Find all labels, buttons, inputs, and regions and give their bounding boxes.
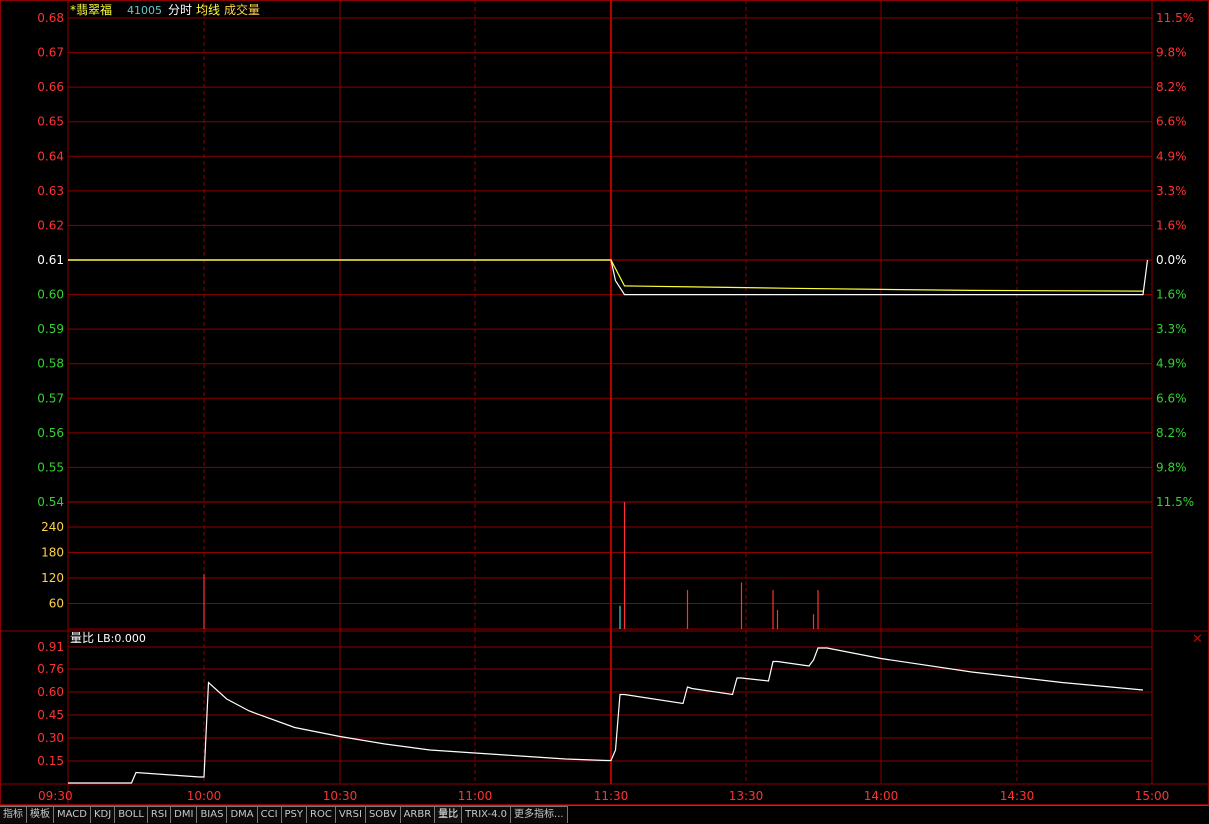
price-tick-label: 0.56 <box>37 426 64 440</box>
toolbar-tab[interactable]: ROC <box>307 806 336 823</box>
price-tick-label: 0.68 <box>37 11 64 25</box>
time-tick-label: 15:00 <box>1135 789 1170 803</box>
time-tick-label: 11:00 <box>458 789 493 803</box>
toolbar-tab[interactable]: KDJ <box>90 806 116 823</box>
time-tick-label: 14:30 <box>1000 789 1035 803</box>
pct-tick-label: 6.6% <box>1156 115 1187 129</box>
price-tick-label: 0.67 <box>37 46 64 60</box>
price-tick-label: 0.59 <box>37 322 64 336</box>
label-volume: 成交量 <box>224 2 260 17</box>
pct-tick-label: 11.5% <box>1156 495 1194 509</box>
price-tick-label: 0.58 <box>37 357 64 371</box>
toolbar-tab[interactable]: DMA <box>227 806 258 823</box>
toolbar-tab[interactable]: 模板 <box>27 806 54 823</box>
timeshare-chart-window: 0.68 11.5% 0.67 9.8% 0.66 8.2% 0.65 6.6% 0.64 4.9… <box>0 0 1209 824</box>
price-tick-label: 0.61 <box>37 253 64 267</box>
time-tick-label: 13:30 <box>729 789 764 803</box>
pct-tick-label: 4.9% <box>1156 149 1187 163</box>
lb-tick-label: 0.30 <box>37 731 64 745</box>
volume-tick-label: 120 <box>41 571 64 585</box>
price-tick-label: 0.54 <box>37 495 64 509</box>
time-tick-label: 10:30 <box>323 789 358 803</box>
series-layer <box>68 259 1149 784</box>
pct-tick-label: 8.2% <box>1156 80 1187 94</box>
pct-tick-label: 11.5% <box>1156 11 1194 25</box>
volume-tick-label: 60 <box>49 597 64 611</box>
price-tick-label: 0.57 <box>37 391 64 405</box>
time-tick-label: 10:00 <box>187 789 222 803</box>
avg-price-line <box>68 259 1144 292</box>
stock-code: 41005 <box>127 4 162 17</box>
outer-frame <box>0 0 1209 805</box>
pct-tick-label: 0.0% <box>1156 253 1187 267</box>
stock-name: *翡翠福 <box>70 2 112 17</box>
time-tick-label: 14:00 <box>864 789 899 803</box>
toolbar-tab[interactable]: PSY <box>281 806 308 823</box>
toolbar-tab[interactable]: MACD <box>54 806 91 823</box>
chart-canvas: 0.68 11.5% 0.67 9.8% 0.66 8.2% 0.65 6.6% 0.64 4.9… <box>0 0 1209 805</box>
pct-tick-label: 9.8% <box>1156 46 1187 60</box>
pct-tick-label: 4.9% <box>1156 357 1187 371</box>
lb-indicator-label: LB:0.000 <box>97 632 146 645</box>
close-icon[interactable]: ✕ <box>1192 633 1203 646</box>
volume-tick-label: 240 <box>41 520 64 534</box>
price-tick-label: 0.55 <box>37 460 64 474</box>
volume-tick-label: 180 <box>41 546 64 560</box>
toolbar-tab[interactable]: CCI <box>257 806 282 823</box>
grid-layer <box>0 0 1209 805</box>
pct-tick-label: 3.3% <box>1156 322 1187 336</box>
toolbar-tab[interactable]: ARBR <box>400 806 436 823</box>
pct-tick-label: 9.8% <box>1156 460 1187 474</box>
time-tick-label: 11:30 <box>594 789 629 803</box>
label-timeshare: 分时 <box>168 3 192 17</box>
toolbar-tab[interactable]: 指标 <box>0 806 27 823</box>
lb-title: 量比 <box>70 631 94 645</box>
pct-tick-label: 6.6% <box>1156 391 1187 405</box>
price-tick-label: 0.64 <box>37 149 64 163</box>
time-tick-label: 09:30 <box>38 789 73 803</box>
toolbar-tab[interactable]: VRSI <box>335 806 366 823</box>
pct-tick-label: 3.3% <box>1156 184 1187 198</box>
lb-tick-label: 0.15 <box>37 754 64 768</box>
lb-tick-label: 0.76 <box>37 662 64 676</box>
toolbar-tab[interactable]: 更多指标... <box>511 806 568 823</box>
pct-tick-label: 8.2% <box>1156 426 1187 440</box>
pct-tick-label: 1.6% <box>1156 288 1187 302</box>
indicator-toolbar: 指标 模板 MACD KDJ BOLL RSI DMI BIAS DMA CCI PSY ROC VRS… <box>0 805 1209 824</box>
lb-tick-label: 0.91 <box>37 640 64 654</box>
price-tick-label: 0.66 <box>37 80 64 94</box>
toolbar-tab[interactable]: RSI <box>147 806 172 823</box>
toolbar-tab[interactable]: 量比 <box>435 806 463 823</box>
price-tick-label: 0.60 <box>37 288 64 302</box>
lb-tick-label: 0.60 <box>37 685 64 699</box>
price-line <box>68 259 1149 296</box>
toolbar-tab[interactable]: SOBV <box>365 806 401 823</box>
price-tick-label: 0.62 <box>37 218 64 232</box>
pct-tick-label: 1.6% <box>1156 218 1187 232</box>
toolbar-tab[interactable]: TRIX-4.0 <box>462 806 512 823</box>
lb-tick-label: 0.45 <box>37 708 64 722</box>
price-tick-label: 0.65 <box>37 115 64 129</box>
price-tick-label: 0.63 <box>37 184 64 198</box>
toolbar-tab[interactable]: DMI <box>171 806 198 823</box>
toolbar-tab[interactable]: BIAS <box>197 806 228 823</box>
toolbar-tab[interactable]: BOLL <box>115 806 148 823</box>
label-avg: 均线 <box>196 3 220 17</box>
